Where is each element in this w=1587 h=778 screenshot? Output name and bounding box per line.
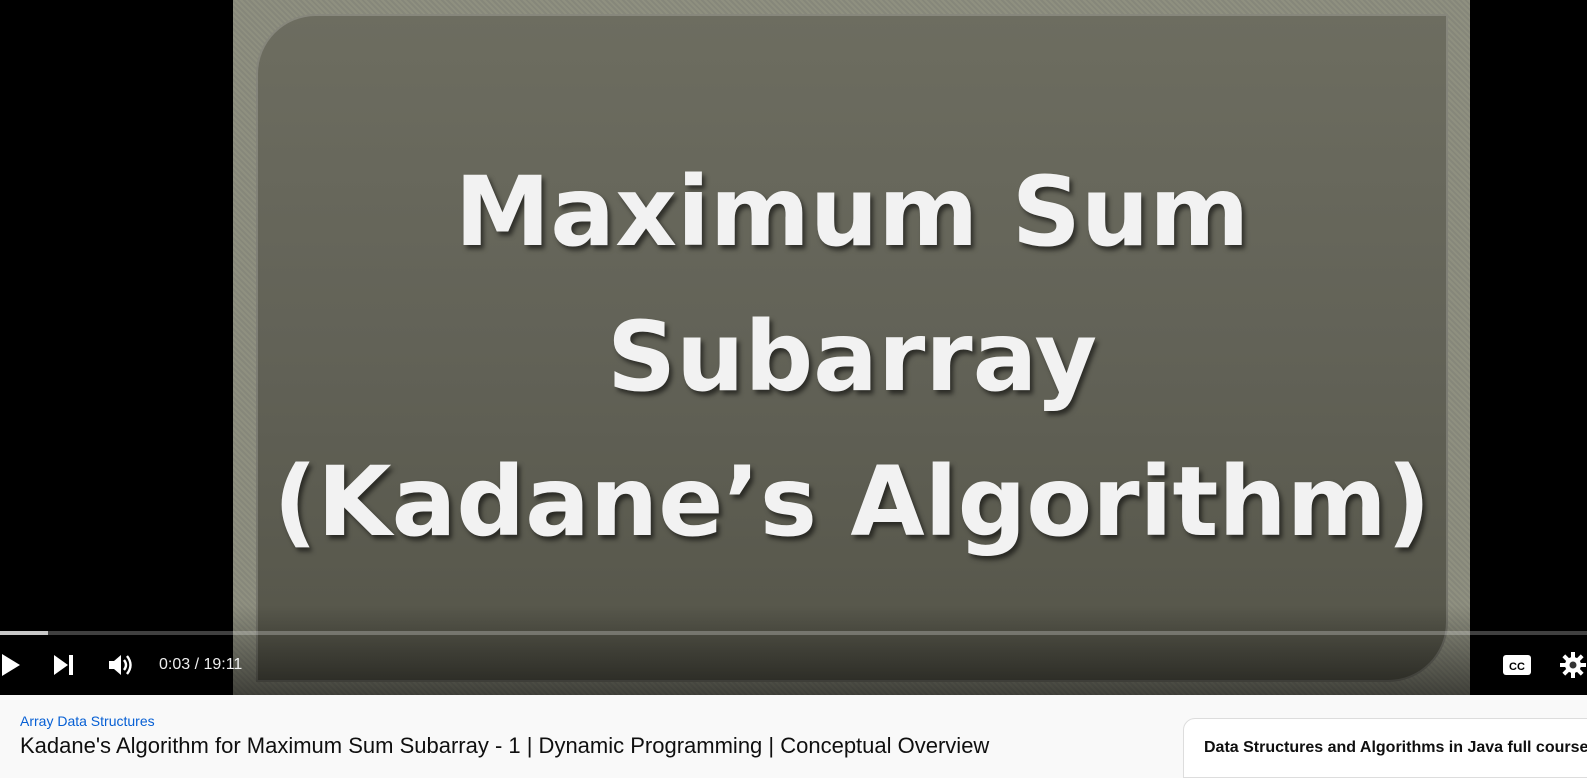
cc-icon: CC bbox=[1503, 655, 1531, 675]
slide-line-2: Subarray bbox=[606, 301, 1098, 413]
playlist-title[interactable]: Data Structures and Algorithms in Java f… bbox=[1204, 739, 1587, 757]
settings-button[interactable] bbox=[1558, 645, 1587, 685]
category-link[interactable]: Array Data Structures bbox=[20, 713, 155, 729]
video-title: Kadane's Algorithm for Maximum Sum Subar… bbox=[20, 733, 990, 758]
slide-line-3: (Kadane’s Algorithm) bbox=[273, 446, 1431, 558]
playlist-panel[interactable]: Data Structures and Algorithms in Java f… bbox=[1183, 718, 1587, 778]
volume-icon bbox=[109, 655, 132, 675]
svg-text:CC: CC bbox=[1509, 661, 1525, 673]
slide-title: Maximum Sum Subarray (Kadane’s Algorithm… bbox=[256, 140, 1448, 575]
player-controls: 0:03 / 19:11 CC bbox=[0, 645, 1587, 685]
progress-bar[interactable] bbox=[0, 631, 1587, 635]
gear-icon bbox=[1560, 652, 1586, 678]
progress-played bbox=[0, 631, 48, 635]
video-info: Array Data Structures Kadane's Algorithm… bbox=[0, 695, 1587, 778]
next-button[interactable] bbox=[48, 645, 78, 685]
slide-line-1: Maximum Sum bbox=[454, 156, 1250, 268]
time-display: 0:03 / 19:11 bbox=[159, 656, 243, 673]
play-icon bbox=[2, 654, 20, 676]
volume-button[interactable] bbox=[106, 645, 136, 685]
play-button[interactable] bbox=[0, 645, 22, 685]
captions-button[interactable]: CC bbox=[1500, 645, 1534, 685]
next-icon bbox=[54, 655, 73, 675]
video-player[interactable]: Maximum Sum Subarray (Kadane’s Algorithm… bbox=[0, 0, 1587, 695]
